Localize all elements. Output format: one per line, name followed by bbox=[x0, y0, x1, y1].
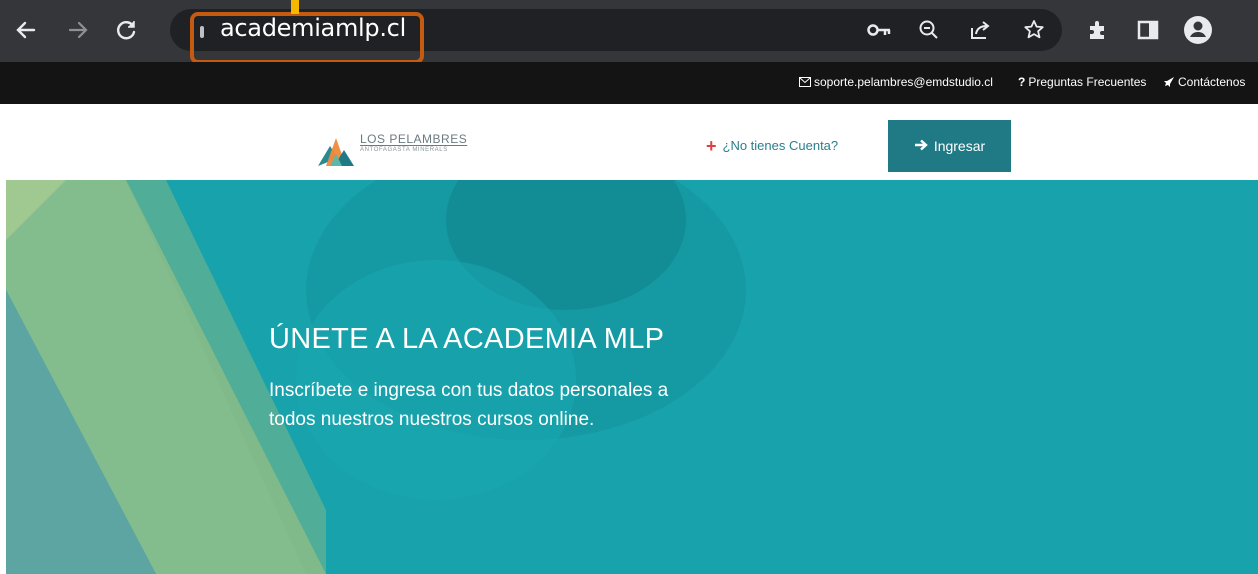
los-pelambres-logo[interactable]: LOS PELAMBRES ANTOFAGASTA MINERALS bbox=[316, 132, 467, 168]
profile-icon[interactable] bbox=[1180, 12, 1216, 48]
browser-toolbar: academiamlp.cl bbox=[0, 0, 1258, 64]
signup-label: ¿No tienes Cuenta? bbox=[722, 138, 839, 153]
hero-title: ÚNETE A LA ACADEMIA MLP bbox=[269, 323, 665, 355]
login-label: Ingresar bbox=[933, 138, 986, 154]
zoom-out-icon[interactable] bbox=[911, 12, 947, 48]
support-email-link[interactable]: soporte.pelambres@emdstudio.cl bbox=[799, 75, 993, 89]
reload-icon[interactable] bbox=[108, 12, 144, 48]
contact-link[interactable]: Contáctenos bbox=[1163, 75, 1245, 89]
envelope-icon bbox=[799, 77, 811, 87]
hero-line-1: Inscríbete e ingresa con tus datos perso… bbox=[269, 380, 669, 401]
side-panel-icon[interactable] bbox=[1130, 12, 1166, 48]
logo-subtitle: ANTOFAGASTA MINERALS bbox=[360, 147, 448, 153]
signup-link[interactable]: + ¿No tienes Cuenta? bbox=[706, 135, 839, 156]
rocket-icon bbox=[1163, 76, 1175, 88]
faq-link[interactable]: ? Preguntas Frecuentes bbox=[1018, 75, 1146, 89]
logo-mark-icon bbox=[318, 138, 354, 166]
hero-banner: ÚNETE A LA ACADEMIA MLP Inscríbete e ing… bbox=[6, 180, 1258, 574]
extensions-icon[interactable] bbox=[1080, 12, 1116, 48]
top-info-bar: soporte.pelambres@emdstudio.cl ? Pregunt… bbox=[0, 62, 1258, 104]
arrow-right-icon bbox=[914, 138, 928, 154]
star-icon[interactable] bbox=[1016, 12, 1052, 48]
plus-icon: + bbox=[706, 135, 717, 156]
site-header: LOS PELAMBRES ANTOFAGASTA MINERALS + ¿No… bbox=[0, 104, 1258, 180]
url-highlight-box bbox=[190, 12, 424, 64]
forward-arrow-icon[interactable] bbox=[60, 12, 96, 48]
highlight-marker bbox=[291, 0, 299, 14]
back-arrow-icon[interactable] bbox=[8, 12, 44, 48]
share-icon[interactable] bbox=[962, 12, 998, 48]
hero-line-2: todos nuestros nuestros cursos online. bbox=[269, 409, 595, 430]
hero-description: Inscríbete e ingresa con tus datos perso… bbox=[269, 376, 749, 434]
login-button[interactable]: Ingresar bbox=[888, 120, 1011, 172]
support-email-text: soporte.pelambres@emdstudio.cl bbox=[814, 75, 993, 89]
logo-title: LOS PELAMBRES bbox=[360, 132, 468, 146]
contact-text: Contáctenos bbox=[1178, 75, 1246, 89]
key-icon[interactable] bbox=[862, 12, 898, 48]
faq-text: Preguntas Frecuentes bbox=[1028, 75, 1147, 89]
question-icon: ? bbox=[1018, 75, 1026, 89]
